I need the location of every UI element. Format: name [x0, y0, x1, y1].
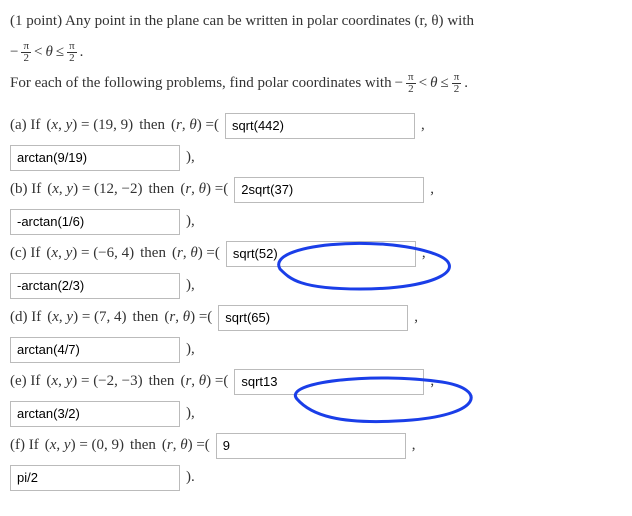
part-xy: (x, y) = (−2, −3) [46, 370, 142, 393]
part-lead: (r, θ) =( [164, 306, 212, 329]
part-then: then [148, 178, 174, 201]
part-xy: (x, y) = (7, 4) [47, 306, 126, 329]
comma: , [412, 434, 416, 457]
header-with: with [447, 13, 474, 29]
part-label: (d) If [10, 306, 41, 329]
part-label: (b) If [10, 178, 41, 201]
problem-header: (1 point) Any point in the plane can be … [10, 10, 622, 33]
input-theta[interactable] [10, 209, 180, 235]
input-r[interactable] [226, 241, 416, 267]
part-label: (c) If [10, 242, 40, 265]
part-label: (a) If [10, 114, 40, 137]
instr-dot: . [464, 72, 468, 95]
frac-pi-2-instr-r: π 2 [452, 72, 462, 95]
part-then: then [140, 242, 166, 265]
close-paren: ), [186, 146, 195, 169]
comma: , [414, 306, 418, 329]
part-label: (f) If [10, 434, 39, 457]
instruction-text: For each of the following problems, find… [10, 72, 392, 95]
close-paren: ). [186, 466, 195, 489]
frac-pi-2-right: π 2 [67, 41, 77, 64]
input-r[interactable] [216, 433, 406, 459]
part-row-r: (d) If (x, y) = (7, 4) then(r, θ) =(, [10, 305, 622, 331]
part-then: then [133, 306, 159, 329]
part-lead: (r, θ) =( [172, 242, 220, 265]
part-lead: (r, θ) =( [180, 178, 228, 201]
range-lt: < [34, 41, 42, 64]
close-paren: ), [186, 402, 195, 425]
part-row-theta: ), [10, 209, 622, 235]
part-then: then [139, 114, 165, 137]
part-then: then [149, 370, 175, 393]
part-xy: (x, y) = (0, 9) [45, 434, 124, 457]
instr-lt: < [419, 72, 427, 95]
comma: , [430, 178, 434, 201]
comma: , [422, 242, 426, 265]
range-minus: − [10, 41, 18, 64]
part-row-theta: ), [10, 337, 622, 363]
part-lead: (r, θ) =( [171, 114, 219, 137]
frac-pi-2-left: π 2 [21, 41, 31, 64]
header-text: (1 point) Any point in the plane can be … [10, 13, 411, 29]
header-rtheta: (r, θ) [414, 13, 443, 29]
part-row-r: (e) If (x, y) = (−2, −3) then(r, θ) =(, [10, 369, 622, 395]
comma: , [430, 370, 434, 393]
range-le: ≤ [56, 41, 64, 64]
comma: , [421, 114, 425, 137]
part-row-r: (c) If (x, y) = (−6, 4) then (r, θ) =(, [10, 241, 622, 267]
part-label: (e) If [10, 370, 40, 393]
part-xy: (x, y) = (−6, 4) [46, 242, 134, 265]
part-xy: (x, y) = (12, −2) [47, 178, 142, 201]
range-theta: θ [46, 41, 53, 64]
part-row-r: (b) If (x, y) = (12, −2) then (r, θ) =(, [10, 177, 622, 203]
part-then: then [130, 434, 156, 457]
input-theta[interactable] [10, 401, 180, 427]
input-theta[interactable] [10, 337, 180, 363]
instr-theta: θ [430, 72, 437, 95]
input-theta[interactable] [10, 145, 180, 171]
instr-minus: − [395, 72, 403, 95]
part-row-theta: ), [10, 401, 622, 427]
range-dot: . [80, 41, 84, 64]
input-r[interactable] [218, 305, 408, 331]
part-lead: (r, θ) =( [180, 370, 228, 393]
close-paren: ), [186, 274, 195, 297]
frac-pi-2-instr-l: π 2 [406, 72, 416, 95]
part-row-theta: ), [10, 273, 622, 299]
instruction-line: For each of the following problems, find… [10, 72, 622, 95]
part-row-r: (a) If (x, y) = (19, 9) then (r, θ) =(, [10, 113, 622, 139]
input-theta[interactable] [10, 273, 180, 299]
part-row-theta: ), [10, 145, 622, 171]
part-lead: (r, θ) =( [162, 434, 210, 457]
input-theta[interactable] [10, 465, 180, 491]
close-paren: ), [186, 210, 195, 233]
part-row-theta: ). [10, 465, 622, 491]
input-r[interactable] [225, 113, 415, 139]
close-paren: ), [186, 338, 195, 361]
input-r[interactable] [234, 177, 424, 203]
part-row-r: (f) If (x, y) = (0, 9) then (r, θ) =(, [10, 433, 622, 459]
part-xy: (x, y) = (19, 9) [46, 114, 133, 137]
input-r[interactable] [234, 369, 424, 395]
instr-le: ≤ [440, 72, 448, 95]
header-range: − π 2 < θ ≤ π 2 . [10, 41, 622, 64]
